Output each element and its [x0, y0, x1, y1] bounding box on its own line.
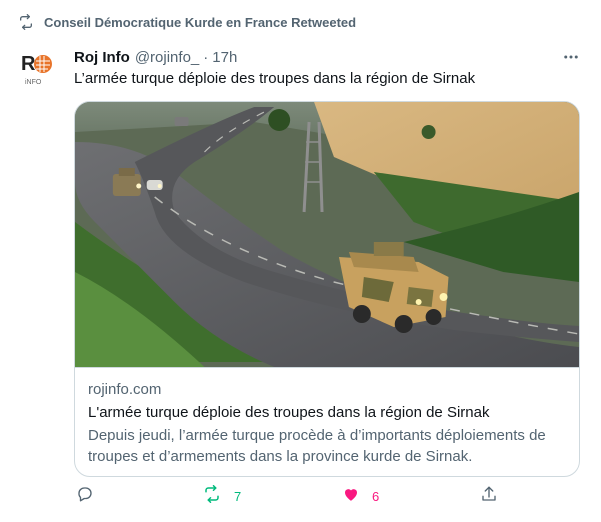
retweet-count: 7 [234, 488, 242, 504]
retweet-button[interactable]: 7 [202, 484, 241, 508]
reply-button[interactable] [76, 484, 106, 508]
retweet-banner[interactable]: Conseil Démocratique Kurde en France Ret… [18, 12, 356, 32]
more-icon[interactable] [561, 47, 581, 67]
share-icon[interactable] [480, 485, 498, 508]
reply-icon[interactable] [76, 485, 94, 508]
link-card[interactable]: rojinfo.com L'armée turque déploie des t… [74, 101, 580, 477]
share-button[interactable] [480, 484, 498, 508]
author-handle[interactable]: @rojinfo_ [135, 49, 199, 66]
like-count: 6 [372, 488, 380, 504]
card-image[interactable] [75, 102, 579, 367]
card-domain: rojinfo.com [88, 381, 162, 398]
card-description: Depuis jeudi, l’armée turque procède à d… [88, 427, 546, 465]
card-title: L'armée turque déploie des troupes dans … [88, 404, 490, 421]
retweet-icon[interactable] [202, 484, 222, 508]
separator-dot: · [203, 48, 209, 66]
tweet-actions: 7 6 [74, 484, 504, 508]
retweeted-by-text[interactable]: Conseil Démocratique Kurde en France Ret… [44, 15, 356, 30]
tweet-text: L’armée turque déploie des troupes dans … [74, 70, 476, 87]
svg-text:R: R [21, 53, 36, 75]
retweet-banner-icon [18, 14, 34, 30]
tweet-header: Roj Info @rojinfo_ · 17h [74, 47, 581, 67]
card-body[interactable]: rojinfo.com L'armée turque déploie des t… [75, 367, 579, 476]
avatar[interactable]: R iNFO [14, 44, 62, 92]
like-button[interactable]: 6 [342, 484, 379, 508]
author-name[interactable]: Roj Info [74, 49, 130, 66]
tweet-time[interactable]: 17h [212, 49, 237, 66]
svg-text:iNFO: iNFO [25, 79, 42, 86]
heart-icon[interactable] [342, 485, 360, 508]
